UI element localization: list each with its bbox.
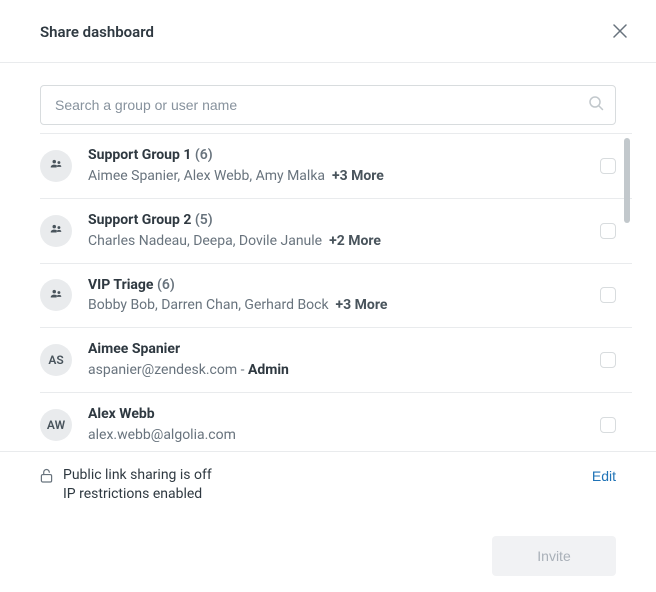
list-item[interactable]: Support Group 2 (5) Charles Nadeau, Deepa… [40,199,632,264]
row-role: Admin [248,362,289,378]
edit-link[interactable]: Edit [592,466,616,484]
row-title: Aimee Spanier [88,340,584,359]
public-link-line2: IP restrictions enabled [63,485,212,504]
public-link-panel: Public link sharing is off IP restrictio… [0,451,656,518]
scrollbar[interactable] [624,138,630,223]
row-count: (6) [195,147,213,163]
group-avatar [40,150,72,182]
row-checkbox[interactable] [600,223,616,239]
row-members: Charles Nadeau, Deepa, Dovile Janule [88,233,322,249]
row-title: Alex Webb [88,405,584,424]
row-body: Aimee Spanier aspanier@zendesk.com - Admi… [88,340,584,380]
row-checkbox[interactable] [600,158,616,174]
search-input[interactable] [40,85,616,125]
unlock-icon [40,468,53,487]
share-list[interactable]: Support Group 1 (6) Aimee Spanier, Alex W… [40,134,632,451]
row-count: (5) [195,212,213,228]
modal-footer: Invite [0,518,656,576]
share-dashboard-modal: Share dashboard Support Group 1 (6) Aimee… [0,0,656,592]
row-body: Support Group 2 (5) Charles Nadeau, Deepa… [88,211,584,251]
list-item[interactable]: AS Aimee Spanier aspanier@zendesk.com - Ad… [40,328,632,393]
row-title: VIP Triage (6) [88,276,584,295]
row-name: Support Group 1 [88,147,191,163]
row-email: aspanier@zendesk.com [88,362,237,378]
public-link-text: Public link sharing is off IP restrictio… [63,466,212,504]
group-icon [49,222,63,239]
row-body: Alex Webb alex.webb@algolia.com [88,405,584,445]
search-field [40,85,616,125]
list-item[interactable]: VIP Triage (6)Bobby Bob, Darren Chan, Ge… [40,264,632,329]
modal-header: Share dashboard [0,0,656,62]
row-checkbox[interactable] [600,287,616,303]
row-name: Aimee Spanier [88,341,180,357]
row-body: Support Group 1 (6) Aimee Spanier, Alex W… [88,146,584,186]
row-sub: Aimee Spanier, Alex Webb, Amy Malka +3 M… [88,167,584,186]
group-avatar [40,279,72,311]
row-email: alex.webb@algolia.com [88,427,236,443]
row-members: Bobby Bob, Darren Chan, Gerhard Bock [88,297,329,313]
user-avatar: AW [40,409,72,441]
row-checkbox[interactable] [600,352,616,368]
group-icon [49,157,63,174]
list-container: Support Group 1 (6) Aimee Spanier, Alex W… [40,133,632,451]
row-sub: Charles Nadeau, Deepa, Dovile Janule +2 … [88,232,584,251]
row-count: (6) [157,277,175,293]
invite-button[interactable]: Invite [492,536,616,576]
search-icon [588,95,604,115]
row-more[interactable]: +3 More [336,297,388,313]
row-checkbox[interactable] [600,417,616,433]
row-sub: Bobby Bob, Darren Chan, Gerhard Bock +3 … [88,296,584,315]
row-name: Alex Webb [88,406,155,422]
row-name: Support Group 2 [88,212,191,228]
row-more[interactable]: +3 More [332,168,384,184]
row-dash: - [237,362,248,378]
modal-title: Share dashboard [40,23,154,41]
group-avatar [40,215,72,247]
row-more[interactable]: +2 More [329,233,381,249]
close-icon [613,24,627,41]
list-item[interactable]: Support Group 1 (6) Aimee Spanier, Alex W… [40,134,632,199]
row-members: Aimee Spanier, Alex Webb, Amy Malka [88,168,325,184]
group-icon [49,287,63,304]
row-title: Support Group 2 (5) [88,211,584,230]
row-sub: aspanier@zendesk.com - Admin [88,361,584,380]
public-link-line1: Public link sharing is off [63,466,212,485]
list-item[interactable]: AW Alex Webb alex.webb@algolia.com [40,393,632,451]
public-link-info: Public link sharing is off IP restrictio… [40,466,212,504]
user-avatar: AS [40,344,72,376]
row-sub: alex.webb@algolia.com [88,426,584,445]
close-button[interactable] [608,20,632,44]
row-body: VIP Triage (6)Bobby Bob, Darren Chan, Ge… [88,276,584,316]
row-name: VIP Triage [88,277,153,293]
search-wrap [0,63,656,125]
row-title: Support Group 1 (6) [88,146,584,165]
